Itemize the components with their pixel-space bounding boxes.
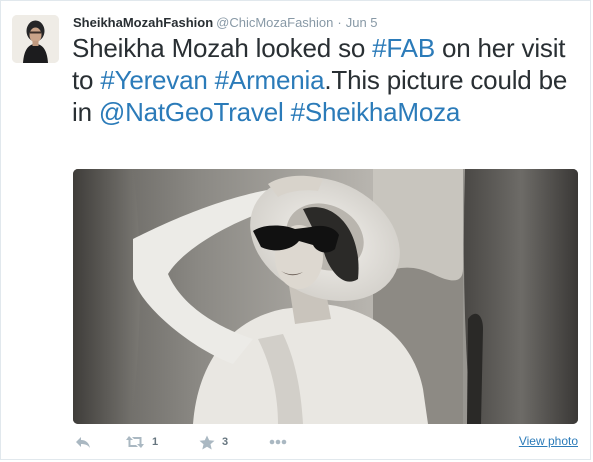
tweet-photo[interactable] bbox=[73, 169, 578, 424]
retweet-icon bbox=[126, 436, 144, 448]
avatar[interactable] bbox=[12, 15, 59, 63]
author-display-name[interactable]: SheikhaMozahFashion bbox=[73, 15, 213, 30]
tweet-text-segment: Sheikha Mozah looked so bbox=[72, 33, 373, 63]
hashtag-armenia[interactable]: #Armenia bbox=[215, 65, 325, 95]
tweet-timestamp[interactable]: Jun 5 bbox=[346, 15, 378, 30]
reply-button[interactable] bbox=[75, 431, 91, 453]
photo-image bbox=[73, 169, 578, 424]
hashtag-fab[interactable]: #FAB bbox=[372, 33, 435, 63]
retweet-count: 1 bbox=[152, 436, 159, 448]
favorite-button[interactable]: 3 bbox=[199, 431, 228, 453]
retweet-button[interactable]: 1 bbox=[125, 431, 158, 453]
view-photo-link[interactable]: View photo bbox=[519, 431, 578, 451]
hashtag-yerevan[interactable]: #Yerevan bbox=[100, 65, 208, 95]
avatar-image bbox=[12, 15, 59, 63]
tweet-card[interactable]: SheikhaMozahFashion @ChicMozaFashion · Jun … bbox=[0, 0, 591, 460]
header-separator: · bbox=[337, 15, 342, 30]
tweet-text-segment bbox=[208, 65, 215, 95]
ellipsis-icon bbox=[269, 439, 287, 445]
tweet-text: Sheikha Mozah looked so #FAB on her visi… bbox=[72, 32, 577, 128]
star-icon bbox=[199, 435, 215, 449]
favorite-count: 3 bbox=[222, 436, 229, 448]
more-button[interactable] bbox=[269, 431, 287, 453]
author-handle[interactable]: @ChicMozaFashion bbox=[216, 15, 333, 30]
tweet-actions: 1 3 View photo bbox=[73, 431, 578, 453]
reply-icon bbox=[76, 437, 90, 448]
tweet-header: SheikhaMozahFashion @ChicMozaFashion · Jun … bbox=[73, 14, 378, 31]
tweet-text-segment bbox=[284, 97, 291, 127]
hashtag-sheikhamoza[interactable]: #SheikhaMoza bbox=[291, 97, 461, 127]
mention-natgeotravel[interactable]: @NatGeoTravel bbox=[99, 97, 284, 127]
